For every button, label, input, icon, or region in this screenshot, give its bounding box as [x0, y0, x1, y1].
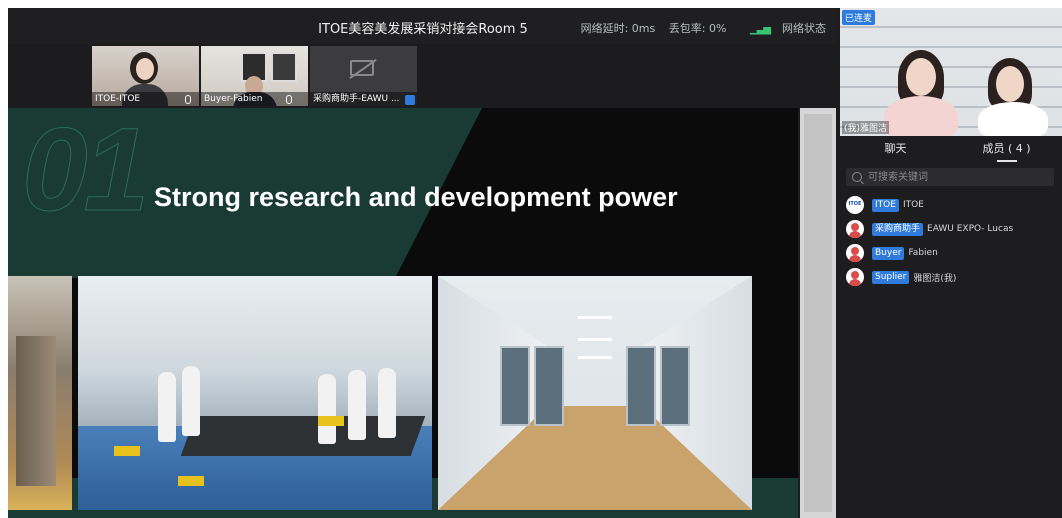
member-name: Fabien: [908, 248, 938, 258]
signal-icon: ▁▃▅: [749, 24, 771, 35]
meeting-window: ITOE美容美发展采销对接会Room 5 网络延时: 0ms 丢包率: 0% ▁…: [8, 8, 1062, 518]
participant-tile-assistant[interactable]: 采购商助手-EAWU ...: [310, 46, 417, 106]
corridor-window: [626, 346, 656, 426]
lab-worker: [182, 366, 200, 436]
office-photo: [8, 276, 72, 510]
person-face: [906, 58, 936, 96]
cleanroom-corridor-photo: [438, 276, 752, 510]
itoe-logo-icon: ITOE: [846, 196, 864, 214]
shared-slide: 01 Strong research and development power: [8, 108, 798, 518]
member-name: EAWU EXPO- Lucas: [927, 224, 1014, 234]
role-badge: 采购商助手: [872, 222, 924, 236]
person-body: [978, 102, 1048, 136]
meeting-header: ITOE美容美发展采销对接会Room 5 网络延时: 0ms 丢包率: 0% ▁…: [8, 8, 838, 44]
right-panel: 已连麦 (我)雅图洁 聊天 成员 ( 4 ) ITOE ITOE ITOE 采购…: [840, 8, 1062, 518]
role-badge: ITOE: [872, 198, 899, 212]
laboratory-photo: [78, 276, 432, 510]
member-name: ITOE: [902, 200, 924, 210]
camera-off-icon: [350, 60, 374, 76]
tab-chat[interactable]: 聊天: [840, 138, 951, 164]
member-name: 雅图洁(我): [913, 273, 957, 284]
picture-frame: [271, 52, 297, 82]
scrollbar-thumb[interactable]: [804, 114, 832, 512]
lab-worker: [158, 372, 176, 442]
host-badge-icon: [405, 95, 415, 105]
microphone-icon[interactable]: [286, 95, 292, 104]
person-body: [884, 96, 958, 136]
ceiling-light: [578, 338, 612, 341]
slide-scrollbar[interactable]: [800, 108, 836, 518]
list-item[interactable]: ITOE ITOE ITOE: [846, 194, 1060, 216]
lab-chair: [114, 446, 140, 456]
role-badge: Buyer: [872, 246, 905, 260]
corridor-window: [534, 346, 564, 426]
connected-badge: 已连麦: [842, 10, 876, 25]
list-item[interactable]: 采购商助手 EAWU EXPO- Lucas: [846, 218, 1060, 240]
corridor-window: [660, 346, 690, 426]
avatar-icon: [846, 268, 864, 286]
participant-label: 采购商助手-EAWU ...: [310, 92, 417, 106]
microphone-icon[interactable]: [185, 95, 191, 104]
slide-heading: Strong research and development power: [154, 182, 678, 212]
network-status[interactable]: ▁▃▅ 网络状态: [740, 22, 826, 35]
tab-members[interactable]: 成员 ( 4 ): [951, 138, 1062, 164]
avatar-icon: [846, 244, 864, 262]
lab-chair: [318, 416, 344, 426]
self-video-name: (我)雅图洁: [842, 121, 890, 134]
participant-label: ITOE-ITOE: [92, 92, 199, 106]
role-badge: Suplier: [872, 270, 910, 284]
avatar-icon: [846, 220, 864, 238]
lab-chair: [178, 476, 204, 486]
member-search[interactable]: [846, 168, 1054, 186]
lab-worker: [318, 374, 336, 444]
office-wall: [16, 336, 56, 486]
lab-worker: [348, 370, 366, 440]
participant-face: [136, 58, 154, 80]
ceiling-light: [578, 316, 612, 319]
packet-loss-text: 丢包率: 0%: [668, 22, 727, 35]
corridor-window: [500, 346, 530, 426]
search-icon: [852, 172, 862, 182]
list-item[interactable]: Suplier 雅图洁(我): [846, 266, 1060, 288]
latency-text: 网络延时: 0ms: [580, 22, 656, 35]
lab-worker: [378, 368, 396, 438]
network-status-label: 网络状态: [782, 22, 826, 35]
slide-number: 01: [21, 108, 149, 237]
search-input[interactable]: [866, 170, 1050, 184]
participant-tile-itoe[interactable]: ITOE-ITOE: [92, 46, 199, 106]
ceiling-light: [578, 356, 612, 359]
person-face: [996, 66, 1024, 102]
self-video[interactable]: 已连麦 (我)雅图洁: [840, 8, 1062, 136]
list-item[interactable]: Buyer Fabien: [846, 242, 1060, 264]
participant-tiles: ITOE-ITOE Buyer-Fabien 采购商助手-EAWU ...: [92, 46, 417, 106]
panel-tabs: 聊天 成员 ( 4 ): [840, 138, 1062, 164]
participant-tile-buyer[interactable]: Buyer-Fabien: [201, 46, 308, 106]
network-info: 网络延时: 0ms 丢包率: 0% ▁▃▅ 网络状态: [571, 20, 826, 36]
member-list: ITOE ITOE ITOE 采购商助手 EAWU EXPO- Lucas Bu…: [846, 194, 1060, 290]
